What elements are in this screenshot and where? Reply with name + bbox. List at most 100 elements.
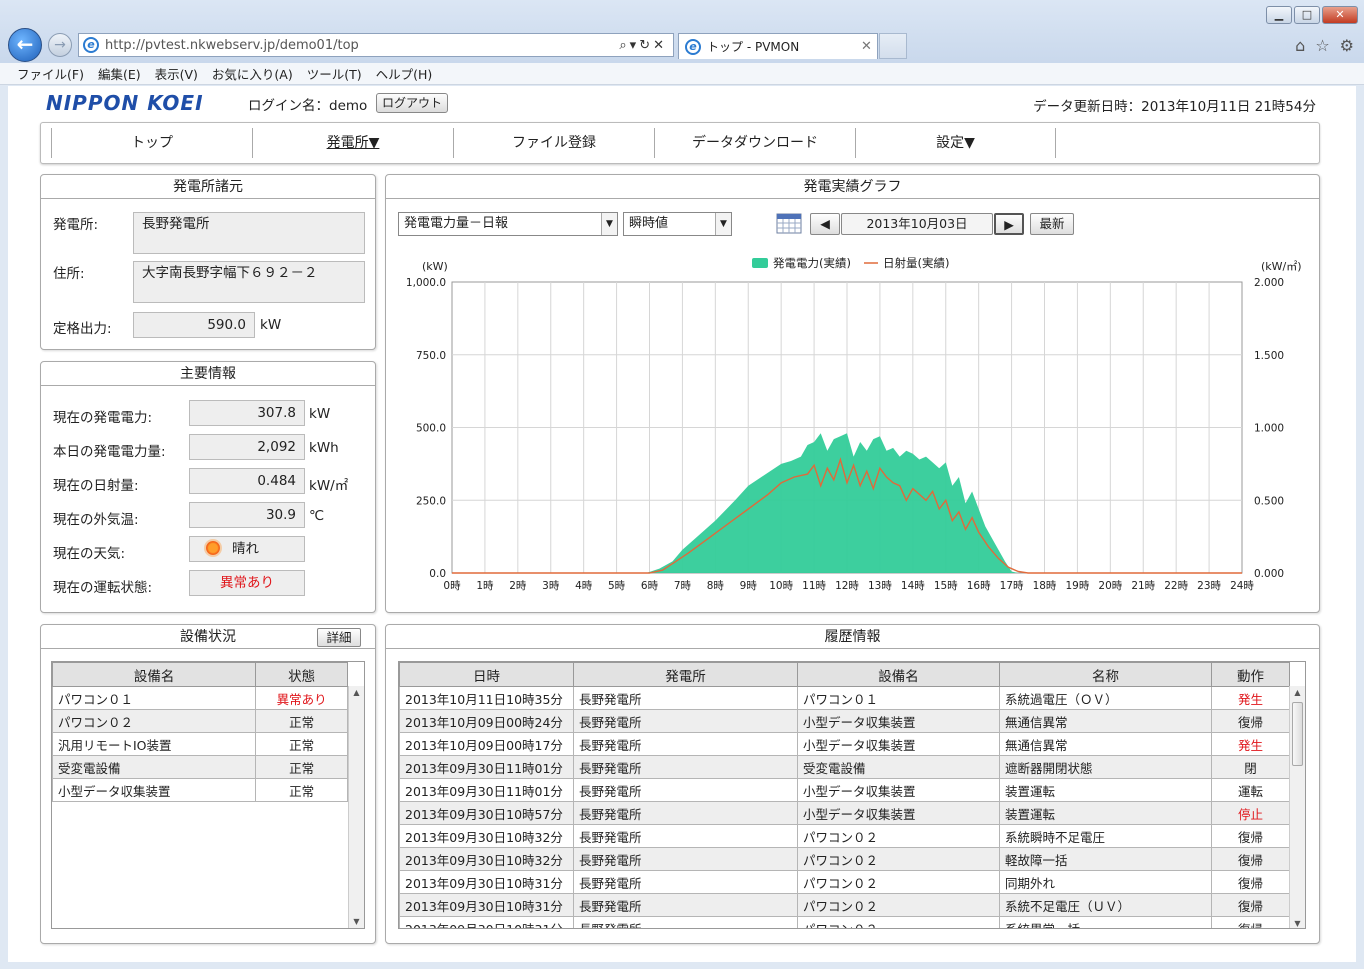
history-equipment: パワコン０２ xyxy=(797,824,1000,848)
new-tab-button[interactable] xyxy=(879,33,907,59)
rated-output-unit: kW xyxy=(260,317,282,333)
menu-help[interactable]: ヘルプ(H) xyxy=(376,64,433,83)
history-name: 系統異常一括 xyxy=(999,916,1212,928)
table-row[interactable]: 2013年09月30日10時32分 長野発電所 パワコン０２ 系統瞬時不足電圧 復帰 xyxy=(399,824,1290,848)
scroll-down-arrow-icon[interactable]: ▼ xyxy=(1290,919,1305,928)
history-action: 復帰 xyxy=(1211,709,1290,733)
nav-settings-dropdown[interactable]: 設定▼ xyxy=(855,128,1056,158)
scroll-up-arrow-icon[interactable]: ▲ xyxy=(349,688,364,697)
nav-data-download[interactable]: データダウンロード xyxy=(654,128,855,158)
x-tick-label: 12時 xyxy=(835,580,859,592)
nippon-koei-logo: NIPPON KOEI xyxy=(46,91,204,115)
logout-button[interactable]: ログアウト xyxy=(376,93,448,113)
x-tick-label: 5時 xyxy=(608,580,626,592)
url-text[interactable]: http://pvtest.nkwebserv.jp/demo01/top xyxy=(105,38,619,53)
history-action: 閉 xyxy=(1211,755,1290,779)
table-row[interactable]: パワコン０２ 正常 xyxy=(51,709,348,733)
table-row[interactable]: 受変電設備 正常 xyxy=(51,755,348,779)
table-row[interactable]: 2013年10月09日00時17分 長野発電所 小型データ収集装置 無通信異常 発生 xyxy=(399,732,1290,756)
main-info-panel: 主要情報 現在の発電電力: 307.8 kW 本日の発電電力量: 2,092 k… xyxy=(40,361,376,613)
date-display[interactable]: 2013年10月03日 xyxy=(841,213,993,235)
history-action: 復帰 xyxy=(1211,870,1290,894)
browser-tab[interactable]: e トップ - PVMON ✕ xyxy=(678,33,878,59)
forward-arrow-icon[interactable]: → xyxy=(48,33,72,57)
history-scrollbar[interactable]: ▲ ▼ xyxy=(1289,686,1305,928)
history-action: 停止 xyxy=(1211,801,1290,825)
station-spec-title: 発電所諸元 xyxy=(41,175,375,199)
table-row[interactable]: 2013年09月30日10時32分 長野発電所 パワコン０２ 軽故障一括 復帰 xyxy=(399,847,1290,871)
table-row[interactable]: パワコン０１ 異常あり xyxy=(51,686,348,710)
menu-tools[interactable]: ツール(T) xyxy=(307,64,362,83)
close-icon[interactable]: ✕ xyxy=(1322,6,1358,24)
x-tick-label: 20時 xyxy=(1098,580,1122,592)
next-date-button[interactable]: ▶ xyxy=(994,213,1024,235)
equipment-status: 正常 xyxy=(255,778,348,802)
table-row[interactable]: 小型データ収集装置 正常 xyxy=(51,778,348,802)
history-action: 復帰 xyxy=(1211,893,1290,917)
table-row[interactable]: 2013年09月30日10時31分 長野発電所 パワコン０２ 同期外れ 復帰 xyxy=(399,870,1290,894)
history-name: 系統瞬時不足電圧 xyxy=(999,824,1212,848)
latest-button[interactable]: 最新 xyxy=(1030,213,1074,235)
y-left-tick-label: 0.0 xyxy=(429,568,446,580)
browser-menubar: ファイル(F) 編集(E) 表示(V) お気に入り(A) ツール(T) ヘルプ(… xyxy=(0,63,1364,85)
equipment-status: 正常 xyxy=(255,709,348,733)
y-right-unit: (kW/㎡) xyxy=(1261,260,1302,273)
graph-type-select[interactable]: 発電電力量－日報 ▼ xyxy=(398,212,618,236)
history-station: 長野発電所 xyxy=(573,824,798,848)
equipment-title-text: 設備状況 xyxy=(180,629,236,645)
history-station: 長野発電所 xyxy=(573,847,798,871)
browser-titlebar: ▁ □ ✕ ← → e http://pvtest.nkwebserv.jp/d… xyxy=(0,0,1364,64)
gear-icon[interactable]: ⚙ xyxy=(1340,36,1354,55)
y-right-tick-label: 0.500 xyxy=(1254,495,1284,507)
sunny-icon xyxy=(206,541,220,555)
x-tick-label: 1時 xyxy=(476,580,494,592)
tab-close-icon[interactable]: ✕ xyxy=(861,39,877,54)
table-row[interactable]: 2013年09月30日10時31分 長野発電所 パワコン０２ 系統不足電圧（ＵＶ） 復帰 xyxy=(399,893,1290,917)
equipment-status: 正常 xyxy=(255,755,348,779)
menu-favorites[interactable]: お気に入り(A) xyxy=(212,64,293,83)
maximize-icon[interactable]: □ xyxy=(1294,6,1320,24)
table-row[interactable]: 2013年10月09日00時24分 長野発電所 小型データ収集装置 無通信異常 復帰 xyxy=(399,709,1290,733)
minimize-icon[interactable]: ▁ xyxy=(1266,6,1292,24)
scroll-down-arrow-icon[interactable]: ▼ xyxy=(349,917,364,926)
table-row[interactable]: 2013年09月30日11時01分 長野発電所 小型データ収集装置 装置運転 運転 xyxy=(399,778,1290,802)
equipment-table: 設備名 状態 パワコン０１ 異常あり パワコン０２ 正常 汎用リモートIO装置 正常 … xyxy=(51,662,348,802)
address-bar[interactable]: e http://pvtest.nkwebserv.jp/demo01/top … xyxy=(78,33,674,57)
scroll-thumb[interactable] xyxy=(1292,702,1303,766)
table-row[interactable]: 2013年09月30日10時31分 長野発電所 パワコン０２ 系統異常一括 復帰 xyxy=(399,916,1290,928)
back-arrow-icon[interactable]: ← xyxy=(8,28,42,62)
history-action: 復帰 xyxy=(1211,916,1290,928)
menu-view[interactable]: 表示(V) xyxy=(155,64,198,83)
next-arrow-icon: ▶ xyxy=(1004,217,1014,232)
nav-data-download-label: データダウンロード xyxy=(692,135,818,151)
menu-file[interactable]: ファイル(F) xyxy=(17,64,84,83)
history-station: 長野発電所 xyxy=(573,801,798,825)
table-row[interactable]: 2013年09月30日10時57分 長野発電所 小型データ収集装置 装置運転 停止 xyxy=(399,801,1290,825)
address-tools-icon[interactable]: ⌕▾↻✕ xyxy=(619,38,673,53)
x-tick-label: 9時 xyxy=(740,580,758,592)
history-equipment: 受変電設備 xyxy=(797,755,1000,779)
table-row[interactable]: 汎用リモートIO装置 正常 xyxy=(51,732,348,756)
graph-panel-title: 発電実績グラフ xyxy=(386,175,1319,199)
nav-file-register[interactable]: ファイル登録 xyxy=(453,128,654,158)
menu-edit[interactable]: 編集(E) xyxy=(98,64,141,83)
history-station: 長野発電所 xyxy=(573,870,798,894)
favorites-star-icon[interactable]: ☆ xyxy=(1315,36,1329,55)
value-type-select[interactable]: 瞬時値 ▼ xyxy=(623,212,732,236)
table-row[interactable]: 2013年10月11日10時35分 長野発電所 パワコン０１ 系統過電圧（ＯＶ） 発生 xyxy=(399,686,1290,710)
scroll-up-arrow-icon[interactable]: ▲ xyxy=(1290,688,1305,697)
equipment-scrollbar[interactable]: ▲ ▼ xyxy=(348,686,364,928)
prev-date-button[interactable]: ◀ xyxy=(810,213,840,235)
table-row[interactable]: 2013年09月30日11時01分 長野発電所 受変電設備 遮断器開閉状態閉 xyxy=(399,755,1290,779)
station-name-label: 発電所: xyxy=(53,217,99,233)
nav-top[interactable]: トップ xyxy=(51,128,252,158)
y-right-tick-label: 1.500 xyxy=(1254,350,1284,362)
irradiance-unit: kW/㎡ xyxy=(309,478,349,494)
home-icon[interactable]: ⌂ xyxy=(1295,36,1305,55)
legend-power-swatch xyxy=(752,258,768,268)
login-name: ログイン名：demo xyxy=(248,98,368,114)
equipment-detail-button[interactable]: 詳細 xyxy=(317,628,361,647)
calendar-icon[interactable] xyxy=(776,212,802,234)
history-name: 同期外れ xyxy=(999,870,1212,894)
nav-station-dropdown[interactable]: 発電所▼ xyxy=(252,128,453,158)
